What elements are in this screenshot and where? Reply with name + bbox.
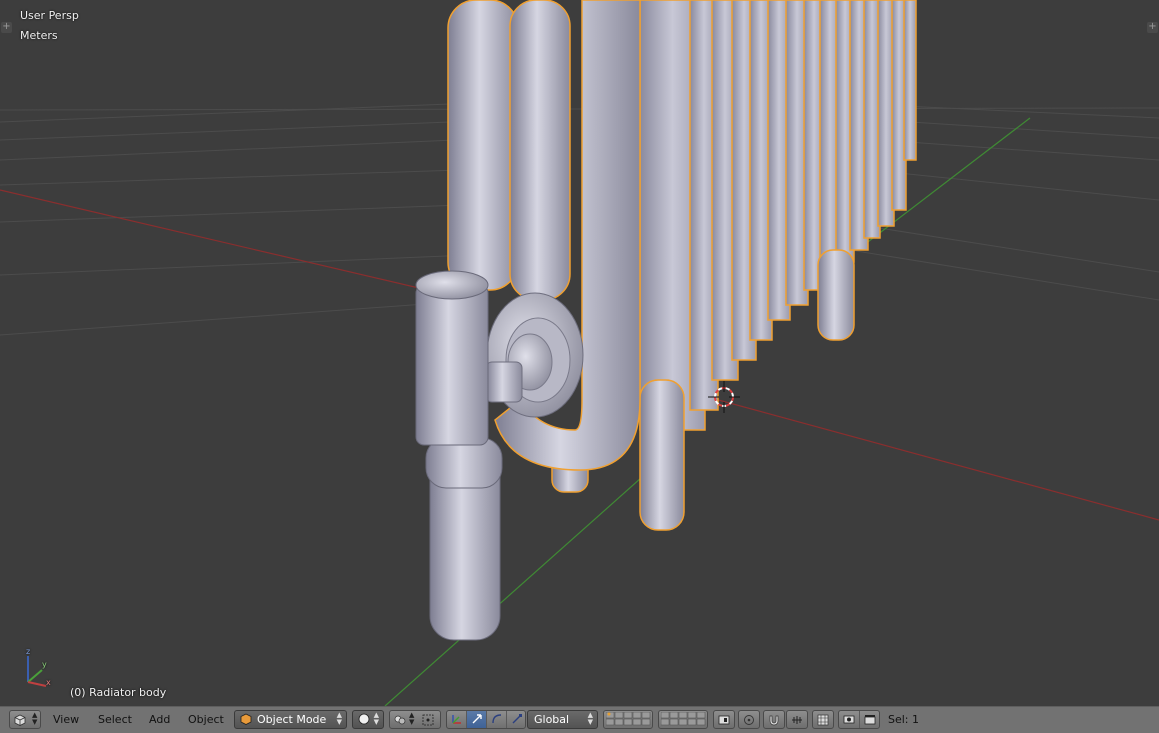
opengl-render-animation-button[interactable] <box>860 711 879 728</box>
floor-grid <box>0 103 1159 336</box>
lock-camera-layers-button[interactable] <box>713 710 735 729</box>
proportional-edit-icon <box>744 715 754 725</box>
layers-group-1[interactable] <box>603 710 653 729</box>
viewport-scene <box>0 0 1159 706</box>
scale-manipulator-button[interactable] <box>507 711 525 728</box>
mode-dropdown[interactable]: Object Mode ▲ ▼ <box>234 710 347 729</box>
menu-object[interactable]: Object <box>188 712 224 728</box>
clapperboard-icon <box>864 715 876 725</box>
magnet-icon <box>769 715 779 726</box>
editor-type-button[interactable]: ▲ ▼ <box>9 710 41 729</box>
scale-arrow-icon <box>512 714 522 724</box>
camera-icon <box>843 715 855 724</box>
units-label: Meters <box>20 29 58 42</box>
rotate-manipulator-button[interactable] <box>487 711 507 728</box>
menu-add[interactable]: Add <box>149 712 170 728</box>
layer-lock-icon <box>718 715 730 725</box>
manipulator-axes-icon <box>452 715 461 724</box>
toolbar-toggle-plus-icon[interactable]: + <box>1 22 12 33</box>
snap-grid-icon <box>817 714 829 726</box>
updown-arrows-icon: ▲ ▼ <box>587 711 593 726</box>
manipulator-toggle-button[interactable] <box>447 711 467 728</box>
axis-z-label: z <box>26 647 31 656</box>
translate-manipulator-button[interactable] <box>467 711 487 728</box>
proportional-edit-button[interactable] <box>738 710 760 729</box>
translate-arrow-icon <box>472 714 482 724</box>
view-name: User Persp <box>20 9 79 22</box>
updown-arrows-icon: ▲ ▼ <box>336 711 342 726</box>
rotate-arc-icon <box>492 714 502 724</box>
pivot-controls[interactable]: ▲ ▼ <box>389 710 441 729</box>
valve-flange <box>485 292 584 418</box>
selection-count: Sel: 1 <box>888 713 920 726</box>
active-object-label: (0) Radiator body <box>70 686 167 699</box>
snap-increment-icon <box>792 716 802 724</box>
layer-grid-icon <box>661 712 706 726</box>
3d-viewport[interactable]: User Persp Meters (0) Radiator body z y … <box>0 0 1159 706</box>
viewport-shading-dropdown[interactable]: ▲ ▼ <box>352 710 384 729</box>
snap-toggle-button[interactable] <box>763 710 785 729</box>
snap-element-button[interactable] <box>786 710 808 729</box>
opengl-render-image-button[interactable] <box>839 711 860 728</box>
viewport-header: ▲ ▼ View Select Add Object Object Mode ▲ ▼… <box>0 706 1159 733</box>
orientation-label: Global <box>534 713 570 726</box>
mode-label: Object Mode <box>257 713 327 726</box>
manipulate-center-points-icon <box>422 714 434 726</box>
axis-y-label: y <box>42 660 47 669</box>
valve-pipe <box>415 270 503 641</box>
layer-grid-icon <box>606 712 651 726</box>
render-group <box>838 710 880 729</box>
manipulator-group <box>446 710 526 729</box>
pivot-icon <box>394 715 406 725</box>
properties-toggle-plus-icon[interactable]: + <box>1147 22 1158 33</box>
object-mode-cube-icon <box>240 713 252 725</box>
updown-arrows-icon: ▲ ▼ <box>373 711 379 726</box>
menu-view[interactable]: View <box>53 712 79 728</box>
snap-target-button[interactable] <box>812 710 834 729</box>
axis-x-label: x <box>46 678 51 687</box>
solid-sphere-icon <box>358 713 370 725</box>
transform-orientation-dropdown[interactable]: Global ▲ ▼ <box>527 710 598 729</box>
cube-icon <box>14 714 26 726</box>
menu-select[interactable]: Select <box>98 712 132 728</box>
layers-group-2[interactable] <box>658 710 708 729</box>
